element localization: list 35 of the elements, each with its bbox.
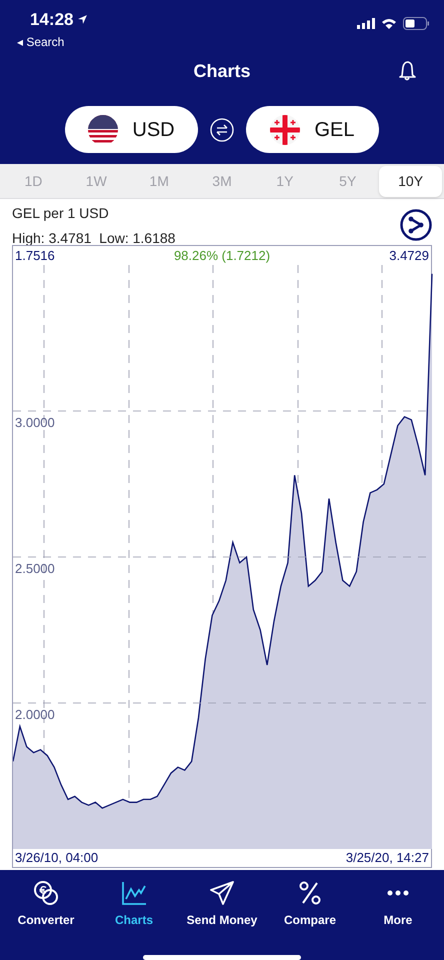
signal-icon xyxy=(357,18,375,29)
y-tick-label: 3.0000 xyxy=(15,415,55,430)
screen-title: Charts xyxy=(193,60,250,82)
tab-bar-item[interactable]: Send Money xyxy=(178,880,266,929)
swap-icon[interactable] xyxy=(210,118,234,142)
tab-bar-item[interactable]: Charts xyxy=(90,880,178,929)
share-icon[interactable] xyxy=(400,209,432,241)
more-icon xyxy=(387,890,409,896)
currency-button[interactable]: USD xyxy=(65,106,198,153)
change-value: 98.26% (1.7212) xyxy=(174,246,270,265)
line-chart-icon xyxy=(121,880,147,906)
end-date: 3/25/20, 14:27 xyxy=(346,849,429,868)
high-low-label: High: 3.4781 Low: 1.6188 xyxy=(12,229,176,248)
currency-button[interactable]: GEL xyxy=(246,106,379,153)
wifi-icon xyxy=(381,18,397,30)
pair-label: GEL per 1 USD xyxy=(12,204,110,223)
tab-bar-item[interactable]: More xyxy=(354,880,442,929)
tab-bar-item[interactable]: Compare xyxy=(266,880,354,929)
battery-icon xyxy=(403,17,430,30)
location-arrow-icon xyxy=(77,14,88,26)
flag-icon xyxy=(88,114,118,144)
paper-plane-icon xyxy=(209,880,235,906)
start-value: 1.7516 xyxy=(15,246,55,265)
coins-icon xyxy=(33,880,59,906)
bell-icon[interactable] xyxy=(397,60,417,82)
flag-icon xyxy=(270,114,300,144)
y-tick-label: 2.5000 xyxy=(15,561,55,576)
end-value: 3.4729 xyxy=(389,246,429,265)
y-tick-label: 2.0000 xyxy=(15,707,55,722)
tab-bar-item[interactable]: Converter xyxy=(2,880,90,929)
percent-icon xyxy=(297,880,323,906)
back-link[interactable]: ◂ Search xyxy=(17,32,88,50)
status-time: 14:28 xyxy=(30,9,74,31)
period-tab[interactable]: 10Y xyxy=(379,166,442,197)
start-date: 3/26/10, 04:00 xyxy=(15,849,98,868)
